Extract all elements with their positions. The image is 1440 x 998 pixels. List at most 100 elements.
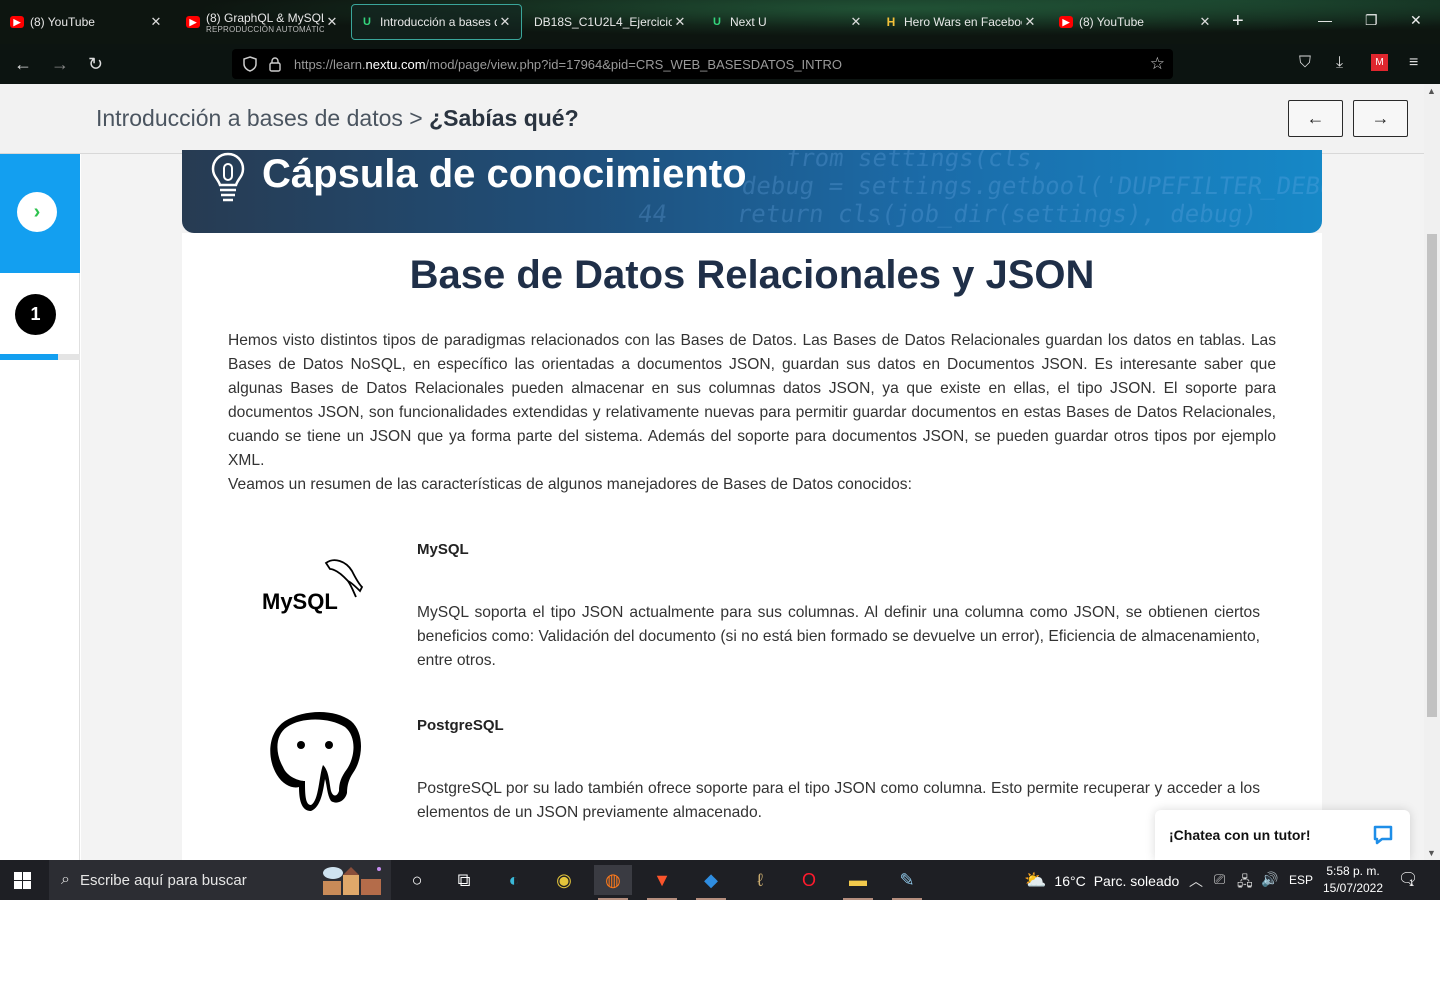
scrollbar-thumb[interactable] (1427, 234, 1437, 717)
tab-next-u[interactable]: U Next U ✕ (702, 4, 872, 40)
tab-title: Next U (730, 15, 767, 29)
chevron-right-icon[interactable]: › (17, 192, 57, 232)
forward-icon[interactable]: → (51, 54, 69, 74)
mysql-logo: MySQL (262, 559, 364, 614)
meet-now-icon[interactable]: ⎚ (1214, 871, 1225, 888)
lesson-progress-fill (0, 354, 58, 360)
opera-icon[interactable]: O (790, 865, 828, 895)
breadcrumb-parent[interactable]: Introducción a bases de datos (96, 105, 403, 131)
code-line: debug = settings.getbool('DUPEFILTER_DEB… (740, 172, 1322, 200)
nextu-icon: U (363, 16, 371, 28)
language-indicator[interactable]: ESP (1289, 873, 1313, 887)
breadcrumb-current: ¿Sabías qué? (429, 105, 579, 131)
address-bar[interactable]: https://learn.nextu.com/mod/page/view.ph… (232, 49, 1173, 79)
mysql-name: MySQL (417, 541, 469, 558)
file-explorer-icon[interactable]: ▬ (839, 865, 877, 900)
weather-temp: 16°C (1054, 872, 1086, 889)
capsule-banner: from settings(cls, debug = settings.getb… (182, 150, 1322, 233)
task-view-icon[interactable]: ⧉ (445, 865, 483, 895)
close-tab-icon[interactable]: ✕ (848, 14, 864, 30)
close-window-icon[interactable]: ✕ (1410, 12, 1422, 29)
download-icon[interactable]: ⤓ (1336, 54, 1343, 72)
bookmark-star-icon[interactable]: ☆ (1150, 54, 1165, 74)
search-placeholder[interactable]: Escribe aquí para buscar (80, 872, 247, 889)
reload-icon[interactable]: ↻ (88, 54, 103, 74)
network-icon[interactable]: 🖧 (1237, 871, 1253, 895)
youtube-icon: ▶ (1059, 16, 1073, 28)
minimize-icon[interactable]: — (1318, 12, 1332, 28)
tab-graphql-mysql[interactable]: ▶ (8) GraphQL & MySQL REPRODUCCIÓN AUTOM… (178, 4, 348, 40)
clock[interactable]: 5:58 p. m. 15/07/2022 (1316, 863, 1390, 897)
lesson-sidebar: › 1 (0, 154, 80, 860)
postgresql-name: PostgreSQL (417, 717, 504, 734)
browser-tab-bar: ▶ (8) YouTube ✕ ▶ (8) GraphQL & MySQL RE… (0, 0, 1440, 44)
weather-desc: Parc. soleado (1093, 872, 1180, 889)
scroll-up-icon[interactable]: ▲ (1427, 86, 1436, 96)
clock-date: 15/07/2022 (1322, 881, 1384, 895)
scroll-down-icon[interactable]: ▼ (1427, 848, 1436, 858)
lesson-card: Base de Datos Relacionales y JSON Hemos … (182, 233, 1322, 860)
tab-title: (8) GraphQL & MySQL (206, 10, 324, 25)
notification-count: 1 (1409, 878, 1415, 888)
page-scrollbar[interactable]: ▲ ▼ (1424, 84, 1440, 860)
tab-ejercicio[interactable]: DB18S_C1U2L4_EjercicioSe ✕ (526, 4, 696, 40)
postgresql-logo (270, 712, 361, 811)
notification-icon[interactable]: 🗨 1 (1398, 870, 1418, 890)
extension-icon[interactable]: M (1371, 54, 1388, 71)
close-tab-icon[interactable]: ✕ (324, 14, 340, 30)
tracking-protection-icon[interactable] (242, 56, 258, 72)
firefox-icon[interactable]: ◍ (594, 865, 632, 900)
youtube-icon: ▶ (186, 16, 200, 28)
tab-youtube-1[interactable]: ▶ (8) YouTube ✕ (2, 4, 172, 40)
brave-icon[interactable]: ▼ (643, 865, 681, 900)
windows-taskbar: ⌕ Escribe aquí para buscar ○ ⧉ ◐ ◉ ◍ ▼ ◆… (0, 860, 1440, 900)
tab-youtube-2[interactable]: ▶ (8) YouTube ✕ (1051, 4, 1221, 40)
lesson-progress-bar (0, 354, 80, 360)
tab-introduccion[interactable]: U Introducción a bases de ✕ (351, 4, 522, 40)
lock-icon[interactable] (268, 56, 282, 72)
step-indicator[interactable]: 1 (15, 294, 56, 335)
weather-widget[interactable]: ⛅ 16°C Parc. soleado (1024, 870, 1179, 891)
intro-text: Hemos visto distintos tipos de paradigma… (228, 329, 1276, 497)
new-tab-button[interactable]: + (1232, 10, 1244, 32)
back-icon[interactable]: ← (14, 54, 32, 74)
chat-tutor-widget[interactable]: ¡Chatea con un tutor! (1155, 810, 1410, 860)
chat-bubble-icon[interactable] (1372, 824, 1394, 846)
paint-icon[interactable]: ✎ (888, 865, 926, 900)
tab-title: Introducción a bases de (380, 15, 497, 29)
weather-cloud-icon: ⛅ (1024, 870, 1047, 890)
breadcrumb-separator: > (409, 105, 423, 131)
mysql-description: MySQL soporta el tipo JSON actualmente p… (417, 604, 1260, 669)
herowars-icon: H (886, 15, 896, 29)
tab-title: DB18S_C1U2L4_EjercicioSe (534, 15, 672, 29)
code-line: from settings(cls, (783, 150, 1048, 172)
league-icon[interactable]: ℓ (741, 865, 779, 895)
edge-icon[interactable]: ◐ (495, 865, 533, 895)
chat-label[interactable]: ¡Chatea con un tutor! (1169, 827, 1311, 843)
previous-page-button[interactable]: ← (1288, 100, 1343, 137)
close-tab-icon[interactable]: ✕ (1197, 14, 1213, 30)
banner-code-background: from settings(cls, debug = settings.getb… (636, 150, 1322, 228)
clock-time: 5:58 p. m. (1326, 864, 1380, 878)
menu-icon[interactable]: ≡ (1409, 54, 1418, 72)
tab-hero-wars[interactable]: H Hero Wars en Faceboo ✕ (876, 4, 1046, 40)
volume-icon[interactable]: 🔊 (1261, 871, 1278, 888)
lead-paragraph: Veamos un resumen de las características… (228, 476, 912, 493)
pocket-icon[interactable]: ⛉ (1299, 54, 1311, 72)
close-tab-icon[interactable]: ✕ (1022, 14, 1038, 30)
close-tab-icon[interactable]: ✕ (148, 14, 164, 30)
taskbar-search-box[interactable]: ⌕ Escribe aquí para buscar (49, 860, 391, 900)
close-tab-icon[interactable]: ✕ (497, 14, 513, 30)
chevron-up-icon[interactable]: ︿ (1189, 871, 1203, 891)
chrome-icon[interactable]: ◉ (545, 865, 583, 895)
nextu-icon: U (713, 16, 721, 28)
url-text[interactable]: https://learn.nextu.com/mod/page/view.ph… (294, 57, 842, 72)
page-title: Base de Datos Relacionales y JSON (409, 253, 1095, 297)
vscode-icon[interactable]: ◆ (692, 865, 730, 900)
windows-start-icon[interactable] (14, 872, 31, 889)
cortana-icon[interactable]: ○ (398, 865, 436, 895)
restore-icon[interactable]: ❐ (1365, 12, 1378, 29)
search-icon: ⌕ (61, 871, 70, 888)
next-page-button[interactable]: → (1353, 100, 1408, 137)
close-tab-icon[interactable]: ✕ (672, 14, 688, 30)
